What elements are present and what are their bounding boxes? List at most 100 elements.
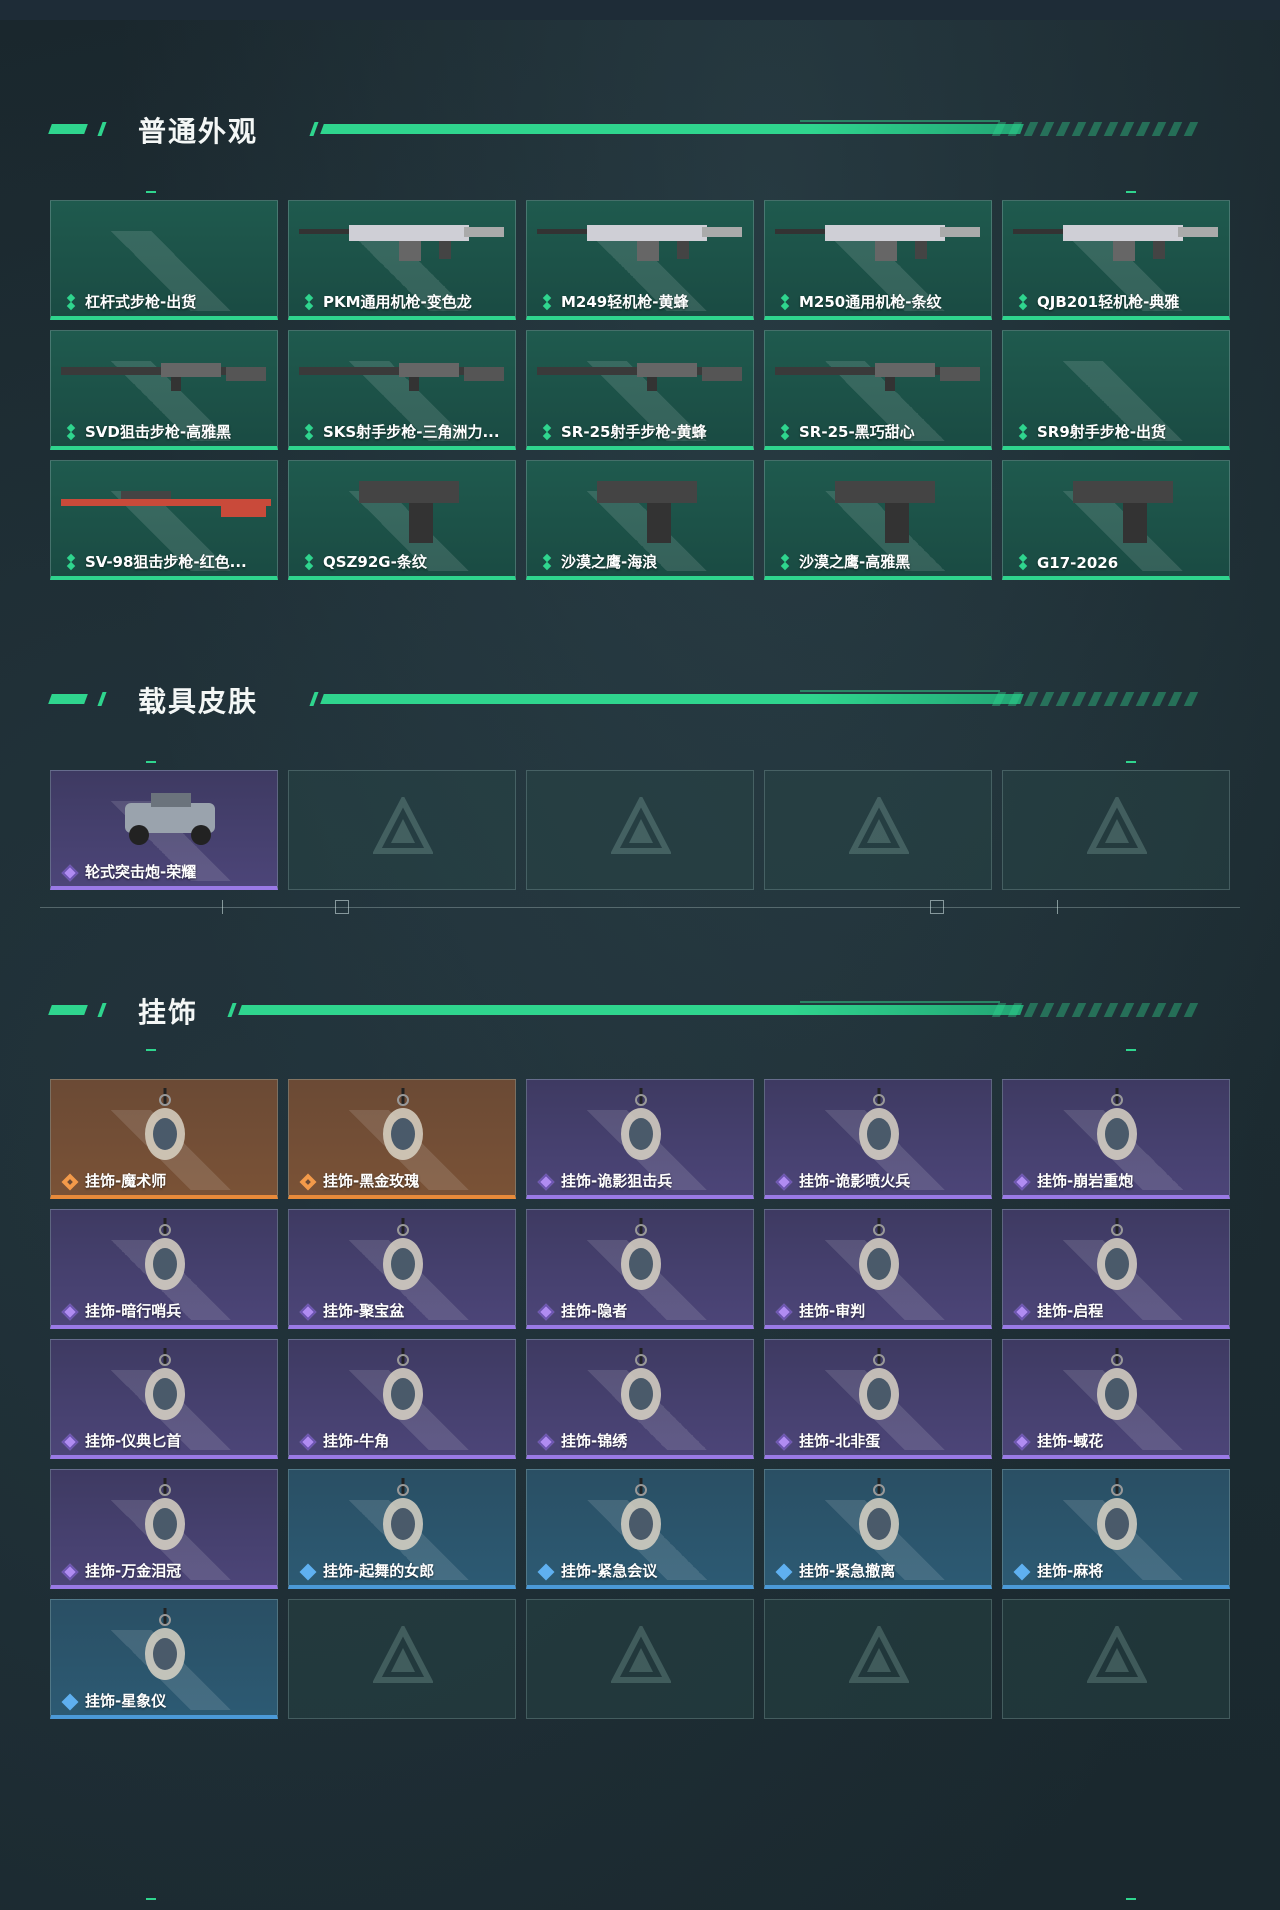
- hud-divider: [335, 900, 349, 914]
- header-deco: [97, 692, 107, 706]
- item-label: 挂饰-牛角: [323, 1432, 390, 1450]
- charm-card[interactable]: 挂饰-紧急会议: [526, 1469, 754, 1589]
- item-label: 挂饰-起舞的女郎: [323, 1562, 435, 1580]
- charm-card[interactable]: 挂饰-诡影喷火兵: [764, 1079, 992, 1199]
- item-label: SR-25-黑巧甜心: [799, 423, 915, 441]
- charm-card[interactable]: 挂饰-崩岩重炮: [1002, 1079, 1230, 1199]
- weapon-card[interactable]: SVD狙击步枪-高雅黑: [50, 330, 278, 450]
- weapon-card[interactable]: SR9射手步枪-出货: [1002, 330, 1230, 450]
- item-label: SVD狙击步枪-高雅黑: [85, 423, 232, 441]
- vehicle-card[interactable]: 轮式突击炮-荣耀: [50, 770, 278, 890]
- machine-gun-icon: [299, 225, 504, 261]
- charm-card[interactable]: 挂饰-万金泪冠: [50, 1469, 278, 1589]
- weapon-card[interactable]: QJB201轻机枪-典雅: [1002, 200, 1230, 320]
- rarity-icon: [65, 427, 77, 439]
- header-deco: [238, 1005, 1024, 1015]
- charm-icon: [145, 1348, 185, 1420]
- charm-icon: [1097, 1348, 1137, 1420]
- charm-card[interactable]: 挂饰-隐者: [526, 1209, 754, 1329]
- charm-card[interactable]: 挂饰-启程: [1002, 1209, 1230, 1329]
- charm-icon: [145, 1478, 185, 1550]
- charm-icon: [621, 1348, 661, 1420]
- charm-icon: [383, 1348, 423, 1420]
- section-header-vehicles: 载具皮肤: [0, 678, 1280, 718]
- charm-card[interactable]: 挂饰-审判: [764, 1209, 992, 1329]
- charm-card[interactable]: 挂饰-仪典匕首: [50, 1339, 278, 1459]
- rarity-icon: [65, 297, 77, 309]
- item-label: 挂饰-紧急撤离: [799, 1562, 896, 1580]
- charm-icon: [1097, 1088, 1137, 1160]
- item-label: 挂饰-北非蛋: [799, 1432, 881, 1450]
- item-label: G17-2026: [1037, 554, 1119, 572]
- rarity-icon: [1013, 1303, 1031, 1321]
- charm-icon: [621, 1478, 661, 1550]
- item-label: QSZ92G-条纹: [323, 553, 427, 571]
- charm-card[interactable]: 挂饰-锦绣: [526, 1339, 754, 1459]
- rarity-icon: [61, 1173, 79, 1191]
- weapon-card[interactable]: SR-25射手步枪-黄蜂: [526, 330, 754, 450]
- item-label: M250通用机枪-条纹: [799, 293, 942, 311]
- item-label: 挂饰-暗行哨兵: [85, 1302, 182, 1320]
- weapon-card[interactable]: SV-98狙击步枪-红色...: [50, 460, 278, 580]
- header-deco: [146, 761, 156, 763]
- weapon-card[interactable]: 沙漠之鹰-高雅黑: [764, 460, 992, 580]
- item-label: QJB201轻机枪-典雅: [1037, 293, 1180, 311]
- item-label: SV-98狙击步枪-红色...: [85, 553, 247, 571]
- charm-icon: [859, 1218, 899, 1290]
- charm-card[interactable]: 挂饰-蜮花: [1002, 1339, 1230, 1459]
- item-label: 挂饰-星象仪: [85, 1692, 167, 1710]
- header-deco: [800, 120, 1000, 122]
- item-label: 挂饰-蜮花: [1037, 1432, 1104, 1450]
- weapon-card[interactable]: PKM通用机枪-变色龙: [288, 200, 516, 320]
- header-deco: [320, 124, 1024, 134]
- charm-card[interactable]: 挂饰-黑金玫瑰: [288, 1079, 516, 1199]
- item-label: 挂饰-黑金玫瑰: [323, 1172, 420, 1190]
- charm-card[interactable]: 挂饰-麻将: [1002, 1469, 1230, 1589]
- rarity-icon: [61, 864, 79, 882]
- item-label: 挂饰-诡影狙击兵: [561, 1172, 673, 1190]
- rarity-icon: [775, 1303, 793, 1321]
- weapon-card[interactable]: SKS射手步枪-三角洲力...: [288, 330, 516, 450]
- charm-card[interactable]: 挂饰-牛角: [288, 1339, 516, 1459]
- machine-gun-icon: [1013, 225, 1218, 261]
- rarity-icon: [779, 557, 791, 569]
- header-deco: [991, 692, 1199, 706]
- header-deco: [227, 1003, 237, 1017]
- weapon-card[interactable]: G17-2026: [1002, 460, 1230, 580]
- charm-icon: [383, 1478, 423, 1550]
- item-label: 挂饰-万金泪冠: [85, 1562, 182, 1580]
- rarity-icon: [541, 557, 553, 569]
- header-deco: [991, 122, 1199, 136]
- weapon-card[interactable]: M249轻机枪-黄蜂: [526, 200, 754, 320]
- hud-divider: [1057, 900, 1058, 914]
- rarity-icon: [1017, 427, 1029, 439]
- weapon-card[interactable]: SR-25-黑巧甜心: [764, 330, 992, 450]
- item-label: SR-25射手步枪-黄蜂: [561, 423, 707, 441]
- header-deco: [1126, 191, 1136, 193]
- placeholder-logo-icon: [373, 1626, 433, 1683]
- weapon-card[interactable]: 杠杆式步枪-出货: [50, 200, 278, 320]
- header-deco: [320, 694, 1024, 704]
- charm-card[interactable]: 挂饰-星象仪: [50, 1599, 278, 1719]
- weapon-card[interactable]: M250通用机枪-条纹: [764, 200, 992, 320]
- placeholder-logo-icon: [849, 1626, 909, 1683]
- rarity-icon: [61, 1563, 79, 1581]
- item-label: 杠杆式步枪-出货: [85, 293, 197, 311]
- charm-card[interactable]: 挂饰-魔术师: [50, 1079, 278, 1199]
- placeholder-logo-icon: [611, 1626, 671, 1683]
- rifle-icon: [61, 363, 266, 391]
- weapon-card[interactable]: QSZ92G-条纹: [288, 460, 516, 580]
- weapon-card[interactable]: 沙漠之鹰-海浪: [526, 460, 754, 580]
- header-deco: [991, 1003, 1199, 1017]
- charm-card[interactable]: 挂饰-诡影狙击兵: [526, 1079, 754, 1199]
- charm-card[interactable]: 挂饰-聚宝盆: [288, 1209, 516, 1329]
- hud-divider: [40, 907, 1240, 908]
- item-label: 挂饰-聚宝盆: [323, 1302, 405, 1320]
- charm-card[interactable]: 挂饰-暗行哨兵: [50, 1209, 278, 1329]
- item-label: 轮式突击炮-荣耀: [85, 863, 197, 881]
- charm-card[interactable]: 挂饰-北非蛋: [764, 1339, 992, 1459]
- charm-card[interactable]: 挂饰-紧急撤离: [764, 1469, 992, 1589]
- charm-card[interactable]: 挂饰-起舞的女郎: [288, 1469, 516, 1589]
- rarity-icon: [541, 297, 553, 309]
- vehicle-icon: [125, 793, 215, 845]
